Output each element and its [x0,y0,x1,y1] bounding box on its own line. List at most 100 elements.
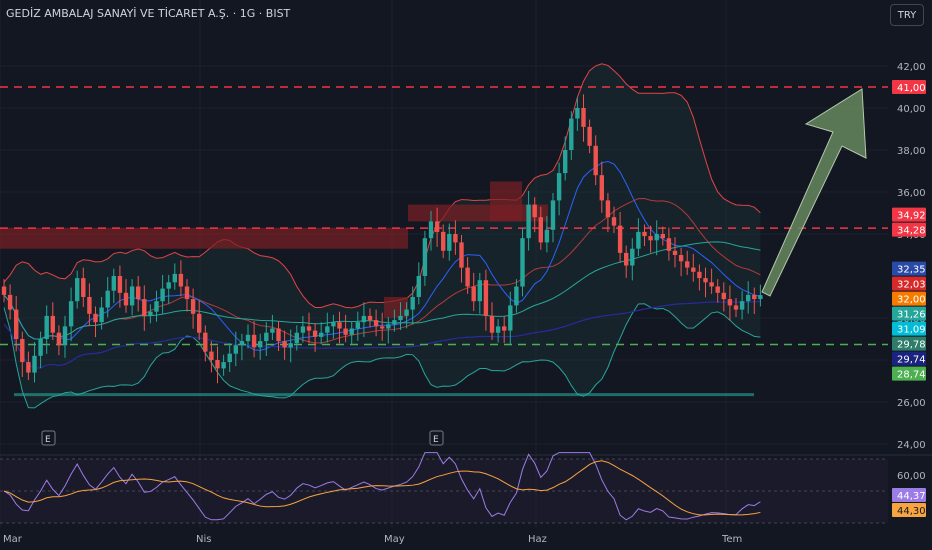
candle-body [197,313,202,333]
candle-body [233,345,238,354]
candle-body [483,280,489,316]
candle-body [495,326,501,333]
candle-body [99,307,104,323]
candle-body [129,286,135,306]
time-axis: Mar Nis May Haz Tem [3,534,742,545]
price-tag-text: 29,78 [897,340,926,351]
candle-body [733,305,739,310]
candle-body [392,320,397,325]
candle-body [81,278,86,297]
candle-body [502,326,507,331]
candle-body [172,273,177,283]
candle-body [471,286,476,302]
candle-body [75,278,80,302]
candle-body [434,221,440,232]
candle-body [380,326,385,329]
candle-body [62,326,68,346]
candle-body [739,301,745,310]
candle-body [599,175,604,201]
candle-body [752,294,757,300]
candle-body [477,280,482,302]
candle-body [245,334,251,342]
price-tick-label: 42,00 [897,62,926,73]
candle-body [44,315,49,339]
candle-body [660,234,665,239]
price-chart[interactable]: 42,0040,0038,0036,0034,0030,0028,0026,00… [0,0,932,550]
candle-body [544,229,550,243]
candle-body [563,150,568,174]
candle-body [746,294,751,302]
candle-body [270,328,275,333]
candle-body [184,286,190,300]
level-tag-text: 41,00 [897,83,926,94]
candle-body [556,173,562,201]
price-tick-label: 36,00 [897,188,926,199]
candle-body [117,276,123,293]
time-label: Mar [3,534,23,545]
candle-body [355,322,360,329]
candle-body [178,273,184,287]
candle-body [373,320,379,327]
candle-body [648,236,653,241]
candle-body [459,242,464,268]
candle-body [624,252,629,266]
price-tick-label: 26,00 [897,398,926,409]
candle-body [123,292,129,306]
candle-body [190,299,196,314]
candle-body [251,334,257,348]
candle-body [593,145,598,176]
candle-body [587,126,592,146]
candle-body [569,118,574,150]
candle-body [32,355,37,373]
rsi-pane [0,452,888,524]
candle-body [325,326,330,333]
candle-body [56,332,62,346]
candle-body [386,324,391,329]
candle-body [636,231,641,249]
candle-body [685,261,690,268]
rsi-tag-text: 44,30 [897,506,926,517]
candle-body [691,267,696,272]
price-tag-text: 32,03 [897,280,926,291]
candle-body [550,200,556,230]
candle-body [282,341,287,348]
candle-body [398,315,403,321]
candle-body [50,315,55,333]
candle-body [221,362,226,369]
chart-title: GEDİZ AMBALAJ SANAYİ VE TİCARET A.Ş. · 1… [6,7,291,20]
candle-body [404,309,409,316]
price-tag-text: 29,74 [897,355,926,366]
candle-body [331,322,336,327]
earnings-marker-label: E [433,435,439,445]
price-tag-text: 31,09 [897,325,926,336]
candle-body [532,204,537,218]
candle-body [136,286,141,300]
candle-body [617,225,623,253]
candle-body [203,332,208,352]
candle-body [721,292,726,300]
candle-body [508,305,513,331]
candle-body [526,204,531,239]
earnings-marker-label: E [45,435,51,445]
candle-body [611,217,617,226]
candle-body [319,332,324,337]
price-tick-label: 38,00 [897,146,926,157]
supply-zone [490,181,522,222]
candle-body [38,339,43,356]
rsi-tag-text: 44,37 [897,491,926,502]
price-tag-text: 28,74 [897,370,926,381]
candle-body [447,234,452,251]
candle-body [630,248,635,266]
price-axis: 42,0040,0038,0036,0034,0030,0028,0026,00… [892,62,926,517]
candle-body [666,238,672,251]
candle-body [349,328,354,335]
candle-body [575,108,580,119]
candle-body [367,315,373,321]
candle-body [154,301,159,312]
candle-body [581,108,586,127]
currency-button[interactable]: TRY [890,4,924,26]
price-tag-text: 34,92 [897,211,926,222]
time-label: Nis [196,534,211,545]
candle-body [306,326,312,331]
candle-body [160,288,165,302]
